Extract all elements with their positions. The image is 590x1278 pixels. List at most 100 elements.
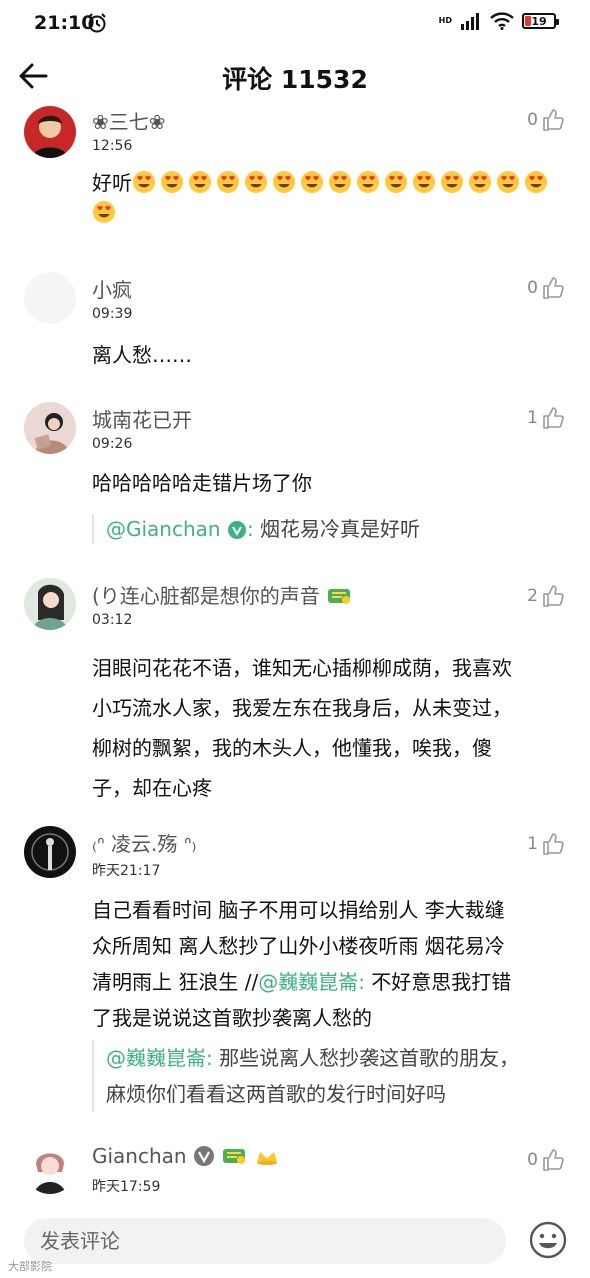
reply-text: 那些说离人愁抄袭这首歌的朋友， [212,1046,520,1070]
username-text: Gianchan [92,1144,187,1168]
avatar[interactable] [24,1142,76,1194]
comment-line: 众所周知 离人愁抄了山外小楼夜听雨 烟花易冷 [92,934,505,958]
verified-icon [193,1146,214,1166]
page-title: 评论 11532 [222,65,368,94]
emoji-button[interactable] [528,1220,568,1260]
alarm-icon [86,12,108,38]
like-count: 1 [527,408,538,428]
comment-text: 离人愁…… [92,343,192,367]
comment-line-text: 清明雨上 狂浪生 // [92,970,259,994]
like-count: 0 [527,110,538,130]
comment-list[interactable]: ❀三七❀ 12:56 0 好听 小疯 09:39 0 离人愁…… 城南花已开 0… [0,104,590,1208]
quoted-reply: @巍巍崑崙: 那些说离人愁抄袭这首歌的朋友， 麻烦你们看看这两首歌的发行时间好吗 [92,1040,586,1112]
comment-line: 自己看看时间 脑子不用可以捐给别人 李大裁缝 [92,898,505,922]
bottom-bar: 发表评论 [0,1208,590,1278]
username[interactable]: ❀三七❀ [92,106,166,135]
avatar[interactable] [24,106,76,158]
comment-line: 了我是说说这首歌抄袭离人愁的 [92,1006,372,1030]
heart-eyes-emoji-icon [133,171,155,193]
watermark: 大部影院 [8,1260,52,1273]
reply-text: 烟花易冷真是好听 [253,517,421,541]
comment-line: 泪眼问花花不语，谁知无心插柳柳成荫，我喜欢 [92,656,512,680]
comment-time: 昨天21:17 [92,863,161,879]
comment-text: 泪眼问花花不语，谁知无心插柳柳成荫，我喜欢 小巧流水人家，我爱左东在我身后，从未… [92,648,572,808]
heart-eyes-emoji-icon [469,171,491,193]
like-button[interactable]: 1 [527,406,566,430]
heart-eyes-emoji-icon [413,171,435,193]
mention-link[interactable]: @Gianchan [106,517,221,541]
hd-label: HD [438,16,452,25]
comment-time: 09:26 [92,436,133,452]
avatar[interactable] [24,826,76,878]
comment-line: 柳树的飘絮，我的木头人，他懂我，唉我，傻 [92,736,492,760]
wifi-icon [490,12,514,30]
mention-separator: : [246,517,254,541]
heart-eyes-emoji-icon [161,171,183,193]
status-bar: 21:10 HD 19 [0,0,590,48]
heart-eyes-emoji-icon [329,171,351,193]
avatar[interactable] [24,272,76,324]
username[interactable]: Gianchan [92,1144,280,1168]
like-count: 0 [527,1150,538,1170]
comment-line: 清明雨上 狂浪生 //@巍巍崑崙: 不好意思我打错 [92,964,572,1000]
comment-time: 09:39 [92,306,133,322]
like-button[interactable]: 0 [527,276,566,300]
mention-link[interactable]: @巍巍崑崙: [258,970,365,994]
vip-badge-icon [223,1149,246,1164]
heart-eyes-emoji-icon [245,171,267,193]
heart-eyes-emoji-icon [497,171,519,193]
emoji-group [92,171,552,225]
smiley-icon [529,1221,567,1259]
thumb-up-icon [543,277,564,299]
heart-eyes-emoji-icon [525,171,547,193]
like-count: 1 [527,834,538,854]
like-button[interactable]: 2 [527,584,566,608]
comment-line: 小巧流水人家，我爱左东在我身后，从未变过， [92,696,512,720]
heart-eyes-emoji-icon [217,171,239,193]
like-button[interactable]: 1 [527,832,566,856]
comment-time: 12:56 [92,138,133,154]
heart-eyes-emoji-icon [301,171,323,193]
username-text: (り连心脏都是想你的声音 [92,584,320,608]
heart-eyes-emoji-icon [273,171,295,193]
username[interactable]: ₍ᐢ 凌云.殇 ᐢ₎ [92,828,196,857]
reply-line: 麻烦你们看看这两首歌的发行时间好吗 [106,1082,446,1106]
battery-level: 19 [531,14,547,28]
heart-eyes-emoji-icon [385,171,407,193]
like-count: 0 [527,278,538,298]
signal-icon [461,13,479,30]
battery-icon: 19 [522,13,559,29]
heart-eyes-emoji-icon [189,171,211,193]
heart-eyes-emoji-icon [357,171,379,193]
avatar[interactable] [24,578,76,630]
thumb-up-icon [543,585,564,607]
like-count: 2 [527,586,538,606]
comment-line-text: 不好意思我打错 [364,970,512,994]
verified-icon [227,521,246,539]
comment-text: 哈哈哈哈哈走错片场了你 [92,471,312,495]
comment-time: 昨天17:59 [92,1179,161,1195]
vip-badge-icon [328,589,351,604]
comment-text-main: 好听 [92,171,132,195]
username[interactable]: 城南花已开 [92,404,192,433]
reply-line: @巍巍崑崙: 那些说离人愁抄袭这首歌的朋友， [106,1040,586,1076]
mention-link[interactable]: @巍巍崑崙: [106,1046,213,1070]
heart-eyes-emoji-icon [441,171,463,193]
avatar[interactable] [24,402,76,454]
thumb-up-icon [543,109,564,131]
comment-time: 03:12 [92,612,133,628]
comment-text: 好听 [92,168,572,228]
username[interactable]: 小疯 [92,274,132,303]
comment-line: 子，却在心疼 [92,776,212,800]
crown-badge-icon [256,1152,277,1165]
quoted-reply: @Gianchan : 烟花易冷真是好听 [92,514,586,544]
thumb-up-icon [543,1149,564,1171]
username[interactable]: (り连心脏都是想你的声音 [92,580,352,609]
thumb-up-icon [543,833,564,855]
comment-input[interactable]: 发表评论 [24,1218,506,1264]
like-button[interactable]: 0 [527,1148,566,1172]
like-button[interactable]: 0 [527,108,566,132]
comment-text: 自己看看时间 脑子不用可以捐给别人 李大裁缝 众所周知 离人愁抄了山外小楼夜听雨… [92,892,572,1036]
thumb-up-icon [543,407,564,429]
heart-eyes-emoji-icon [93,201,115,223]
